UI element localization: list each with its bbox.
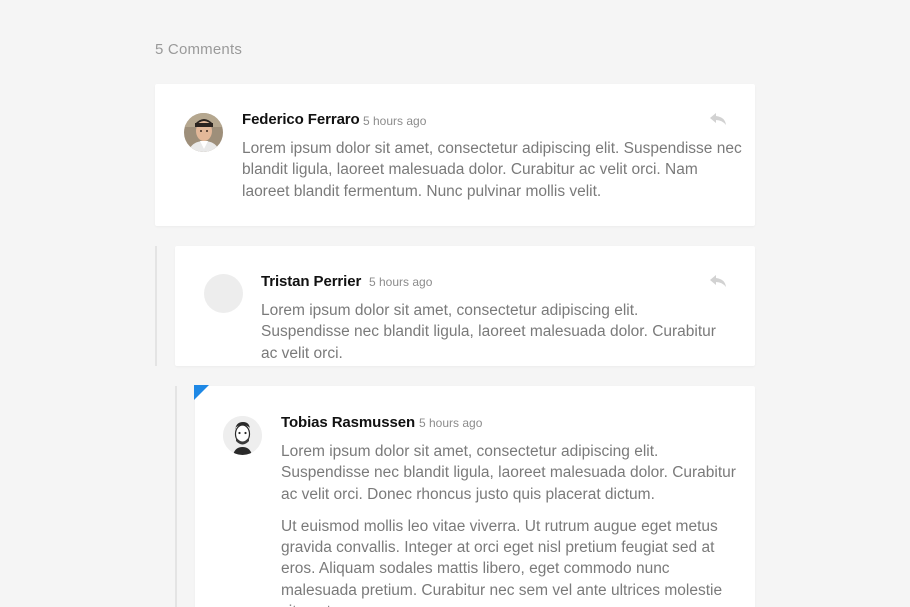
user-photo-icon	[184, 113, 223, 152]
comments-count: 5 Comments	[155, 41, 243, 58]
comment-paragraph: Lorem ipsum dolor sit amet, consectetur …	[261, 302, 716, 362]
comments-section: 5 Comments Federico Ferraro 5 hours ago	[0, 0, 910, 607]
avatar-placeholder[interactable]	[204, 274, 243, 313]
comment-card: Tristan Perrier 5 hours ago Lorem ipsum …	[175, 246, 755, 366]
comment-timestamp: 5 hours ago	[369, 275, 433, 289]
comment-author[interactable]: Federico Ferraro	[242, 111, 360, 128]
comment-paragraph: Lorem ipsum dolor sit amet, consectetur …	[242, 140, 742, 200]
avatar[interactable]	[184, 113, 223, 152]
comment-card: Federico Ferraro 5 hours ago Lorem ipsum…	[155, 84, 755, 226]
comment-paragraph: Lorem ipsum dolor sit amet, consectetur …	[281, 443, 736, 503]
comment-paragraph: Ut euismod mollis leo vitae viverra. Ut …	[281, 517, 723, 607]
reply-icon[interactable]	[709, 112, 727, 126]
comment-timestamp: 5 hours ago	[419, 416, 483, 430]
comment-body: Lorem ipsum dolor sit amet, consectetur …	[242, 138, 742, 202]
thread-line	[155, 246, 157, 366]
highlight-corner-marker	[194, 385, 209, 400]
thread-line	[175, 386, 177, 607]
comment-body: Lorem ipsum dolor sit amet, consectetur …	[281, 441, 741, 607]
reply-icon[interactable]	[709, 274, 727, 288]
comment-card-highlighted: Tobias Rasmussen 5 hours ago Lorem ipsum…	[194, 385, 755, 607]
comment-body: Lorem ipsum dolor sit amet, consectetur …	[261, 300, 731, 364]
comment-author[interactable]: Tristan Perrier	[261, 273, 361, 290]
comment-timestamp: 5 hours ago	[363, 114, 427, 128]
avatar[interactable]	[223, 416, 262, 455]
user-illustration-icon	[223, 416, 262, 455]
comment-author[interactable]: Tobias Rasmussen	[281, 414, 415, 431]
